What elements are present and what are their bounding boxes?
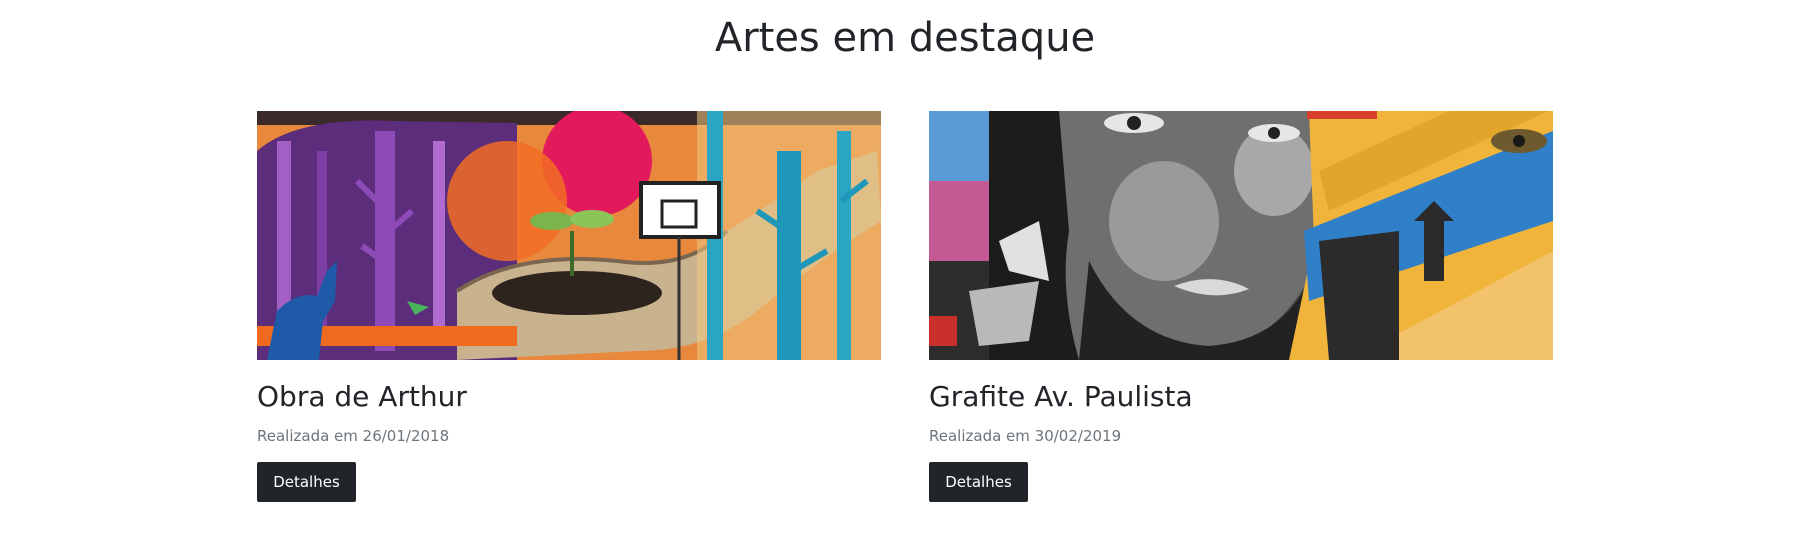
- card-title: Grafite Av. Paulista: [929, 380, 1193, 413]
- card-date: Realizada em 30/02/2019: [929, 427, 1122, 445]
- art-card: Grafite Av. Paulista Realizada em 30/02/…: [929, 111, 1553, 502]
- card-title: Obra de Arthur: [257, 380, 467, 413]
- art-image-mural-hand: [257, 111, 881, 360]
- art-card: Obra de Arthur Realizada em 26/01/2018 D…: [257, 111, 881, 502]
- details-button[interactable]: Detalhes: [929, 462, 1028, 502]
- section-title: Artes em destaque: [714, 15, 1096, 61]
- featured-arts-section: Artes em destaque Obra de Arthur Realiza…: [0, 0, 1810, 535]
- art-image-mural-face: [929, 111, 1553, 360]
- card-date: Realizada em 26/01/2018: [257, 427, 450, 445]
- details-button[interactable]: Detalhes: [257, 462, 356, 502]
